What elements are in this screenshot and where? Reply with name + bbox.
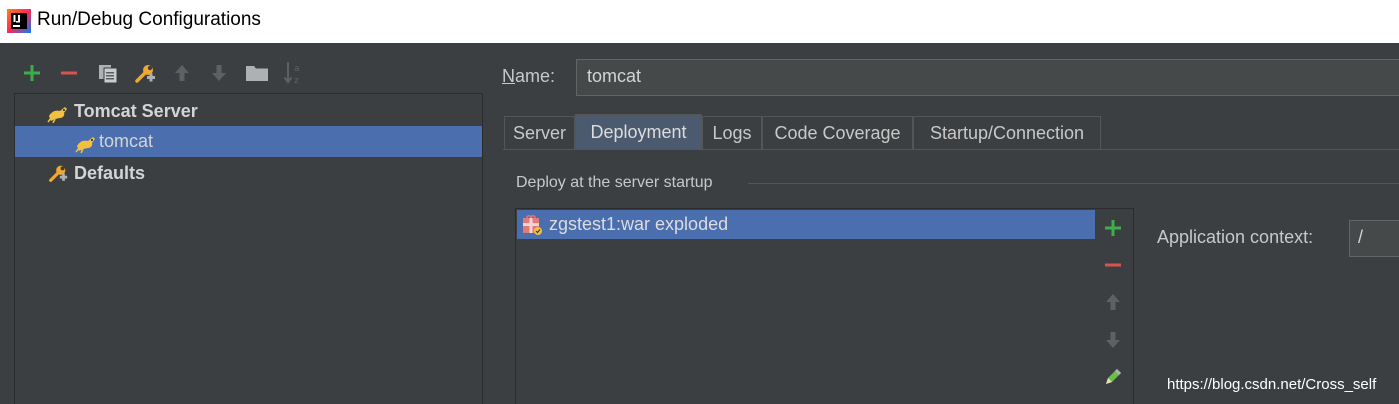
svg-text:a: a <box>294 64 300 74</box>
create-folder-button[interactable] <box>245 61 269 85</box>
tab-startup-connection[interactable]: Startup/Connection <box>913 116 1101 150</box>
artifact-row[interactable]: zgstest1:war exploded <box>517 210 1095 239</box>
intellij-app-icon <box>7 9 31 33</box>
sort-button[interactable]: az <box>282 61 306 86</box>
tab-deployment[interactable]: Deployment <box>575 114 702 150</box>
configurations-tree[interactable]: Tomcat Server tomcat Defaults <box>14 93 483 404</box>
name-label: Name: <box>502 66 556 86</box>
add-artifact-button[interactable] <box>1101 216 1125 240</box>
copy-configuration-button[interactable] <box>96 61 120 85</box>
deploy-section-label: Deploy at the server startup <box>516 174 713 191</box>
edit-artifact-button[interactable] <box>1101 365 1125 389</box>
arrow-up-icon <box>1106 294 1120 310</box>
tree-item-defaults[interactable]: Defaults <box>15 158 482 189</box>
tab-logs[interactable]: Logs <box>702 116 762 150</box>
tree-label-tomcat: tomcat <box>99 131 154 151</box>
tomcat-icon <box>75 137 95 153</box>
name-input[interactable]: tomcat <box>576 59 1399 96</box>
artifact-list[interactable]: zgstest1:war exploded <box>515 208 1134 404</box>
application-context-input[interactable]: / <box>1349 220 1399 257</box>
section-divider <box>748 183 1399 184</box>
copy-icon <box>99 65 118 84</box>
tab-code-coverage[interactable]: Code Coverage <box>762 116 913 150</box>
move-up-button[interactable] <box>170 61 194 85</box>
tab-server[interactable]: Server <box>504 116 575 150</box>
remove-icon <box>61 71 77 75</box>
move-down-button[interactable] <box>207 61 231 85</box>
arrow-down-icon <box>212 65 226 81</box>
add-configuration-button[interactable] <box>20 61 44 85</box>
arrow-down-icon <box>1106 332 1120 348</box>
add-icon <box>1105 220 1121 236</box>
tree-item-tomcat[interactable]: tomcat <box>15 126 482 157</box>
arrow-up-icon <box>175 65 189 81</box>
artifact-label: zgstest1:war exploded <box>549 214 729 234</box>
tree-label-tomcat-server: Tomcat Server <box>74 101 198 121</box>
sort-icon: az <box>283 62 300 86</box>
application-context-label: Application context: <box>1157 227 1314 247</box>
watermark-text: https://blog.csdn.net/Cross_self <box>1167 376 1377 393</box>
remove-artifact-button[interactable] <box>1101 253 1125 277</box>
tab-divider <box>503 149 1399 150</box>
move-artifact-up-button[interactable] <box>1101 290 1125 314</box>
add-icon <box>24 65 40 81</box>
folder-icon <box>246 66 268 81</box>
remove-configuration-button[interactable] <box>57 61 81 85</box>
remove-icon <box>1105 263 1121 267</box>
tree-label-defaults: Defaults <box>74 163 146 183</box>
wrench-icon <box>49 165 68 182</box>
tree-item-tomcat-server[interactable]: Tomcat Server <box>15 96 482 127</box>
edit-defaults-button[interactable] <box>133 61 157 85</box>
tomcat-icon <box>47 107 67 123</box>
artifact-war-icon <box>523 215 542 235</box>
svg-text:z: z <box>294 76 299 86</box>
move-artifact-down-button[interactable] <box>1101 328 1125 352</box>
window-title: Run/Debug Configurations <box>37 9 261 30</box>
title-bar: Run/Debug Configurations <box>0 0 1399 43</box>
pencil-icon <box>1106 369 1121 384</box>
wrench-icon <box>135 65 155 83</box>
